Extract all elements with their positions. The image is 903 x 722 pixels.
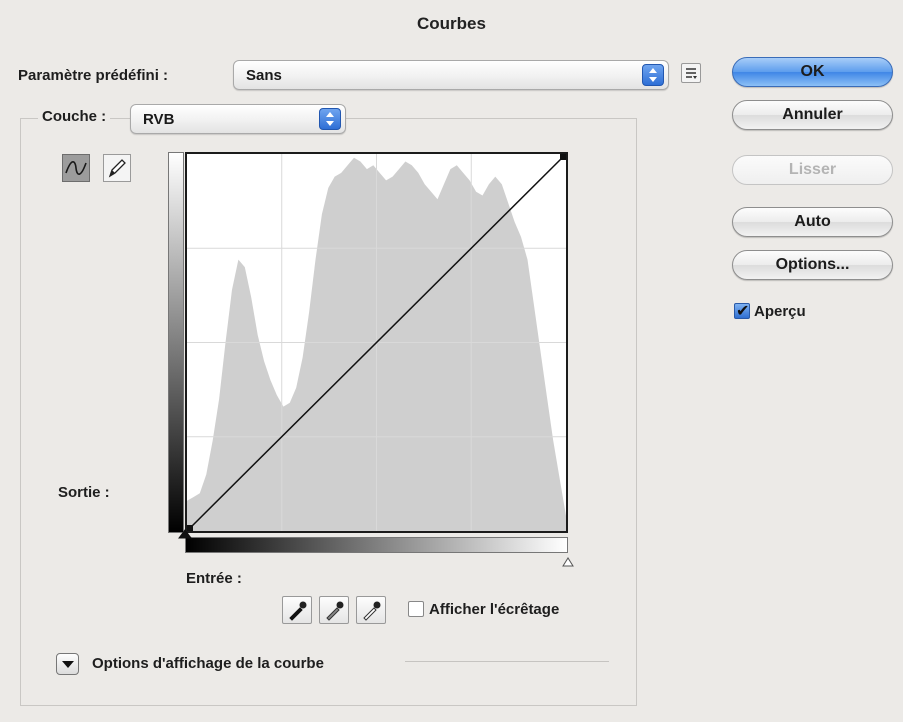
select-arrows-icon <box>319 108 341 130</box>
input-label: Entrée : <box>186 570 242 587</box>
channel-label: Couche : <box>38 108 111 125</box>
display-options-label: Options d'affichage de la courbe <box>92 655 324 672</box>
gray-eyedropper-button[interactable] <box>319 596 349 624</box>
pencil-icon <box>108 159 126 178</box>
disclosure-triangle-icon[interactable] <box>56 653 79 675</box>
white-eyedropper-icon <box>363 601 381 621</box>
auto-button[interactable]: Auto <box>732 207 893 237</box>
output-gradient-bar <box>168 152 184 533</box>
channel-value: RVB <box>143 111 175 128</box>
gray-eyedropper-icon <box>326 601 344 621</box>
preview-label: Aperçu <box>754 303 806 320</box>
preset-select[interactable]: Sans <box>233 60 669 90</box>
black-eyedropper-icon <box>289 601 307 621</box>
cancel-button[interactable]: Annuler <box>732 100 893 130</box>
ok-button[interactable]: OK <box>732 57 893 87</box>
smooth-button[interactable]: Lisser <box>732 155 893 185</box>
preset-label: Paramètre prédéfini : <box>18 67 169 84</box>
input-gradient-bar <box>185 537 568 553</box>
preview-checkbox[interactable] <box>734 301 750 321</box>
white-point-handle <box>560 154 566 160</box>
dialog-title: Courbes <box>417 14 486 33</box>
white-input-slider[interactable] <box>561 556 575 570</box>
show-clipping-checkbox[interactable] <box>408 601 424 617</box>
select-arrows-icon <box>642 64 664 86</box>
options-button[interactable]: Options... <box>732 250 893 280</box>
black-eyedropper-button[interactable] <box>282 596 312 624</box>
show-clipping-label: Afficher l'écrêtage <box>429 601 560 618</box>
curve-graph[interactable] <box>185 152 568 533</box>
white-eyedropper-button[interactable] <box>356 596 386 624</box>
preset-value: Sans <box>246 67 282 84</box>
curve-canvas <box>186 153 567 532</box>
separator-line <box>405 661 609 662</box>
curve-tool-button[interactable] <box>62 154 90 182</box>
preset-menu-icon[interactable] <box>681 63 701 83</box>
channel-select[interactable]: RVB <box>130 104 346 134</box>
curve-icon <box>65 161 87 175</box>
pencil-tool-button[interactable] <box>103 154 131 182</box>
output-label: Sortie : <box>58 484 110 501</box>
black-input-slider[interactable] <box>178 529 192 539</box>
